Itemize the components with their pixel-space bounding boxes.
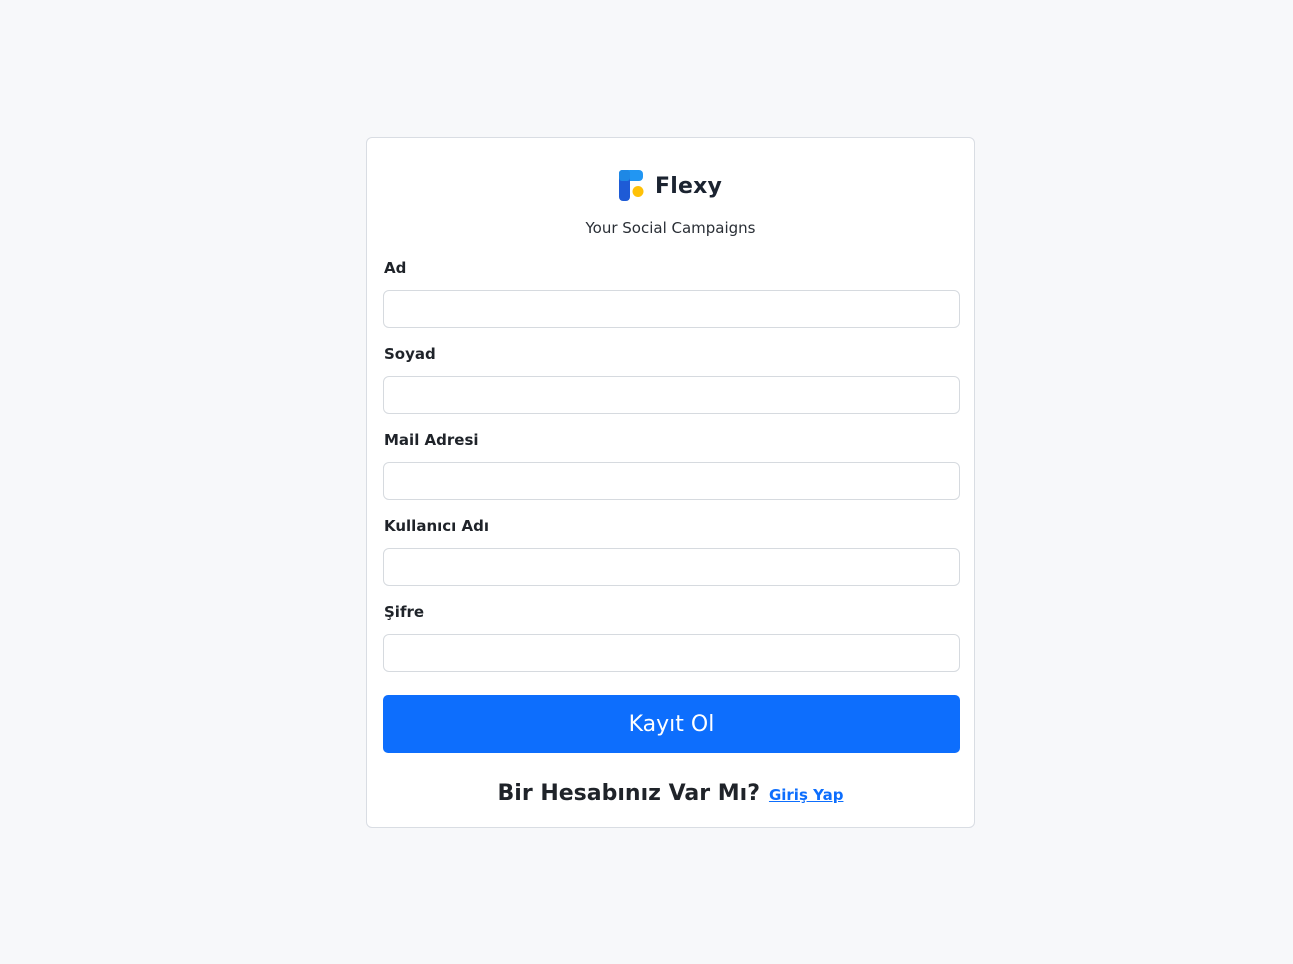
- username-label: Kullanıcı Adı: [384, 517, 490, 535]
- password-input[interactable]: [383, 634, 960, 672]
- last-name-input[interactable]: [383, 376, 960, 414]
- email-label: Mail Adresi: [384, 431, 479, 449]
- brand-header: Flexy: [367, 169, 974, 203]
- first-name-input[interactable]: [383, 290, 960, 328]
- flexy-logo-icon: [618, 170, 644, 201]
- login-prompt: Bir Hesabınız Var Mı? Giriş Yap: [367, 781, 974, 806]
- last-name-label: Soyad: [384, 345, 436, 363]
- register-button[interactable]: Kayıt Ol: [383, 695, 960, 753]
- login-question: Bir Hesabınız Var Mı?: [497, 781, 760, 806]
- email-input[interactable]: [383, 462, 960, 500]
- register-card: Flexy Your Social Campaigns Ad Soyad Mai…: [366, 137, 975, 828]
- login-link[interactable]: Giriş Yap: [769, 786, 844, 804]
- first-name-label: Ad: [384, 259, 407, 277]
- tagline: Your Social Campaigns: [585, 219, 756, 237]
- username-input[interactable]: [383, 548, 960, 586]
- brand-name: Flexy: [654, 173, 723, 199]
- password-label: Şifre: [384, 603, 425, 621]
